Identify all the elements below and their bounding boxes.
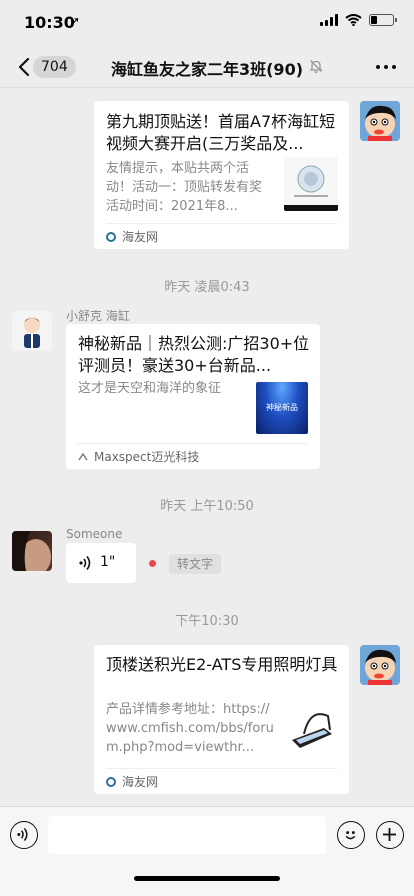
smiley-icon [345,831,356,840]
source-logo-icon [106,776,116,787]
voice-wave-icon [17,827,28,842]
battery-level [371,16,378,24]
card-description: 友情提示，本贴共两个活动！活动一：顶贴转发有奖活动时间：2021年8... [106,161,263,214]
card-source: 海友网 [106,223,337,249]
source-name: 海友网 [122,229,159,244]
location-icon: ➚ [70,14,81,28]
emoji-button[interactable] [337,821,365,849]
status-time: 10:30 [24,13,75,32]
sender-name: Someone [66,527,123,541]
card-thumbnail [284,702,338,756]
card-thumbnail [284,157,338,211]
card-title: 神秘新品｜热烈公测:广招30+位评测员！豪送30+台新品... [78,334,310,375]
link-card[interactable]: 第九期顶贴送！首届A7杯海缸短视频大赛开启(三万奖品及... 友情提示，本贴共两… [94,101,349,249]
timestamp: 下午10:30 [175,614,239,629]
card-description: 这才是天空和海洋的象征 [78,381,222,396]
card-title: 第九期顶贴送！首届A7杯海缸短视频大赛开启(三万奖品及... [106,112,336,153]
status-indicators [320,14,397,26]
status-bar: 10:30 ➚ [0,0,414,46]
card-source: 海友网 [106,768,337,794]
voice-wave-icon [79,556,91,570]
input-bar [0,806,414,896]
convert-to-text-button[interactable]: 转文字 [169,554,222,574]
sender-avatar[interactable] [12,531,52,571]
message-input[interactable] [48,816,326,854]
more-options-icon[interactable] [376,65,396,69]
card-description: 产品详情参考地址：https://www.cmfish.com/bbs/foru… [106,702,274,755]
mute-bell-icon [309,60,323,73]
link-card[interactable]: 顶楼送积光E2-ATS专用照明灯具 产品详情参考地址：https://www.c… [94,645,349,794]
thumbnail-caption: 神秘新品 [266,403,298,412]
more-functions-button[interactable] [376,821,404,849]
wifi-icon [345,14,362,26]
home-indicator [134,876,280,881]
card-source: Maxspect迈光科技 [78,443,308,469]
cellular-signal-icon [320,14,338,26]
voice-input-button[interactable] [10,821,38,849]
unread-dot [149,560,156,567]
nav-bar: 704 海缸鱼友之家二年3班(90) [0,46,414,88]
battery-icon [369,14,397,26]
sender-avatar[interactable] [12,311,52,351]
sender-name: 小舒克 海缸 [66,309,130,323]
source-name: 海友网 [122,774,159,789]
source-logo-icon [106,231,116,242]
source-name: Maxspect迈光科技 [94,449,200,464]
card-title: 顶楼送积光E2-ATS专用照明灯具 [106,655,338,674]
plus-icon [383,828,396,841]
link-card[interactable]: 神秘新品｜热烈公测:广招30+位评测员！豪送30+台新品... 这才是天空和海洋… [66,324,320,469]
my-avatar[interactable] [360,645,400,685]
my-avatar[interactable] [360,101,400,141]
timestamp: 昨天 凌晨0:43 [164,280,250,295]
card-thumbnail: 神秘新品 [256,382,308,434]
voice-message-bubble[interactable]: 1" [66,543,136,583]
voice-duration: 1" [100,554,116,570]
timestamp: 昨天 上午10:50 [160,499,254,514]
source-logo-icon [78,452,88,460]
chat-title[interactable]: 海缸鱼友之家二年3班(90) [0,56,414,80]
